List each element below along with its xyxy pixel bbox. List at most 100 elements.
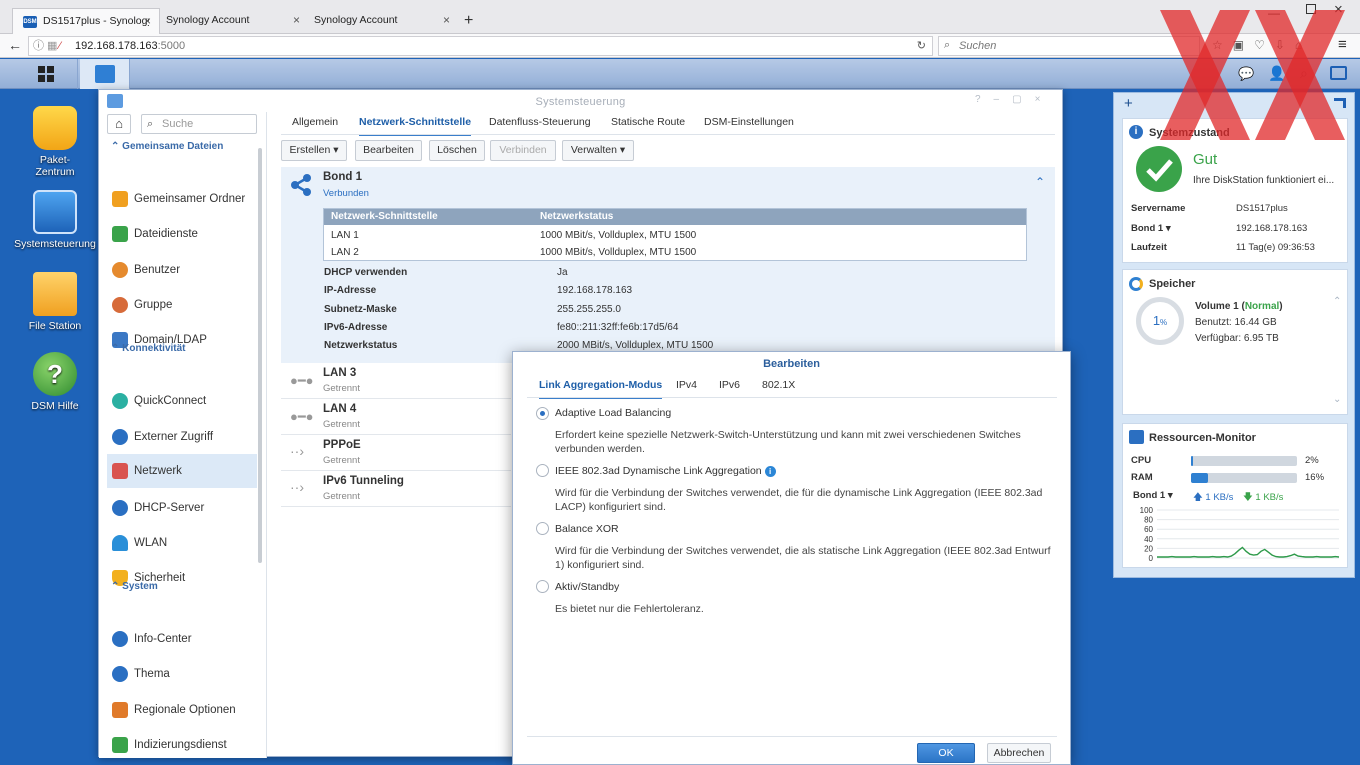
category-connectivity[interactable]: ⌃ Konnektivität xyxy=(111,343,186,354)
sidebar-item-network[interactable]: Netzwerk xyxy=(107,454,257,488)
table-cell: LAN 1 xyxy=(331,230,359,241)
sidebar-item-external-access[interactable]: Externer Zugriff xyxy=(107,420,257,454)
url-input[interactable]: ⓘ ▦ ⁄ 192.168.178.163:5000 ↻ xyxy=(28,36,933,56)
sidebar-item-label: Netzwerk xyxy=(134,465,182,477)
tab-dsm-settings[interactable]: DSM-Einstellungen xyxy=(704,116,794,128)
connect-button[interactable]: Verbinden xyxy=(490,140,556,161)
tab-general[interactable]: Allgemein xyxy=(292,116,338,128)
interface-status: Getrennt xyxy=(323,419,360,430)
create-button[interactable]: Erstellen ▾ xyxy=(281,140,347,161)
monitor-chart-icon xyxy=(1129,430,1144,444)
sidebar-item-shared-folder[interactable]: Gemeinsamer Ordner xyxy=(107,182,257,216)
network-label[interactable]: Bond 1 ▾ xyxy=(1133,490,1173,501)
collapse-chevron-icon[interactable]: ⌃ xyxy=(1035,175,1045,189)
desktop-icon-file-station[interactable]: File Station xyxy=(12,272,98,332)
interface-row-lan3[interactable]: ●━● LAN 3 Getrennt xyxy=(281,363,511,399)
interface-row-pppoe[interactable]: ··› PPPoE Getrennt xyxy=(281,435,511,471)
option-label[interactable]: IEEE 802.3ad Dynamische Link Aggregation… xyxy=(555,465,776,477)
cancel-button[interactable]: Abbrechen xyxy=(987,743,1051,763)
info-label[interactable]: Bond 1 ▾ xyxy=(1131,223,1171,234)
shopping-bag-icon xyxy=(33,106,77,150)
indexing-icon xyxy=(112,737,128,753)
sidebar-item-file-services[interactable]: Dateidienste xyxy=(107,217,257,251)
browser-tab-dsm[interactable]: DSM DS1517plus - Synology Disk × xyxy=(12,8,160,34)
user-icon xyxy=(112,262,128,278)
health-status: Gut xyxy=(1193,151,1218,168)
folder-icon xyxy=(33,272,77,316)
tab-ipv4[interactable]: IPv4 xyxy=(676,379,697,391)
sidebar-item-theme[interactable]: Thema xyxy=(107,657,257,691)
table-row[interactable]: LAN 1 1000 MBit/s, Vollduplex, MTU 1500 xyxy=(324,227,1026,244)
option-label-text: IEEE 802.3ad Dynamische Link Aggregation xyxy=(555,465,762,477)
home-button[interactable]: ⌂ xyxy=(107,114,131,134)
taskbar-control-panel-button[interactable] xyxy=(80,59,130,89)
sidebar-item-user[interactable]: Benutzer xyxy=(107,253,257,287)
sidebar-item-indexing-service[interactable]: Indizierungsdienst xyxy=(107,728,257,762)
desktop-icon-package-center[interactable]: Paket- Zentrum xyxy=(12,106,98,178)
sidebar-item-label: Benutzer xyxy=(134,264,181,276)
control-panel-icon xyxy=(95,65,115,83)
download-rate: 🡇 1 KB/s xyxy=(1243,490,1283,506)
add-widget-icon[interactable]: + xyxy=(1124,95,1133,112)
info-icon[interactable]: ⓘ xyxy=(33,37,44,55)
chevron-up-icon[interactable]: ⌃ xyxy=(1333,296,1341,307)
window-controls[interactable]: ?–▢× xyxy=(975,94,1053,105)
url-port: :5000 xyxy=(157,40,186,52)
reload-icon[interactable]: ↻ xyxy=(917,37,926,55)
sidebar-item-label: DHCP-Server xyxy=(134,502,205,514)
option-label[interactable]: Aktiv/Standby xyxy=(555,581,619,593)
desktop-icon-control-panel[interactable]: Systemsteuerung xyxy=(12,190,98,250)
caret-down-icon: ▾ xyxy=(333,144,339,156)
sidebar-item-dhcp-server[interactable]: DHCP-Server xyxy=(107,491,257,525)
back-arrow-icon[interactable]: ← xyxy=(8,37,22,53)
tab-ipv6[interactable]: IPv6 xyxy=(719,379,740,391)
manage-button[interactable]: Verwalten ▾ xyxy=(562,140,634,161)
sidebar-item-wlan[interactable]: WLAN xyxy=(107,526,257,560)
close-tab-icon[interactable]: × xyxy=(443,13,450,27)
table-row[interactable]: LAN 2 1000 MBit/s, Vollduplex, MTU 1500 xyxy=(324,244,1026,261)
sidebar-item-label: QuickConnect xyxy=(134,395,207,407)
detail-value: 2000 MBit/s, Vollduplex, MTU 1500 xyxy=(557,340,714,351)
desktop-icon-dsm-help[interactable]: ? DSM Hilfe xyxy=(12,352,98,412)
radio-ieee-8023ad[interactable] xyxy=(536,464,549,477)
ok-button[interactable]: OK xyxy=(917,743,975,763)
theme-icon xyxy=(112,666,128,682)
browser-tab-account-2[interactable]: Synology Account × xyxy=(308,8,458,34)
close-tab-icon[interactable]: × xyxy=(144,14,151,28)
sidebar-scrollbar[interactable] xyxy=(258,148,262,563)
new-tab-icon[interactable]: + xyxy=(464,12,473,30)
category-system[interactable]: ⌃ System xyxy=(111,581,158,592)
tab-802-1x[interactable]: 802.1X xyxy=(762,379,795,391)
tab-traffic-control[interactable]: Datenfluss-Steuerung xyxy=(489,116,591,128)
delete-button[interactable]: Löschen xyxy=(429,140,485,161)
storage-usage-percent: 1 xyxy=(1152,313,1161,328)
browser-tab-bar: DSM DS1517plus - Synology Disk × Synolog… xyxy=(0,0,1360,34)
radio-active-standby[interactable] xyxy=(536,580,549,593)
close-tab-icon[interactable]: × xyxy=(293,13,300,27)
site-settings-icon[interactable]: ▦ xyxy=(47,37,57,55)
sidebar-item-regional-options[interactable]: Regionale Optionen xyxy=(107,693,257,727)
interface-row-lan4[interactable]: ●━● LAN 4 Getrennt xyxy=(281,399,511,435)
sidebar-item-group[interactable]: Gruppe xyxy=(107,288,257,322)
browser-tab-account-1[interactable]: Synology Account × xyxy=(160,8,308,34)
sidebar-item-quickconnect[interactable]: QuickConnect xyxy=(107,384,257,418)
info-icon[interactable]: i xyxy=(764,466,776,477)
tab-network-interface[interactable]: Netzwerk-Schnittstelle xyxy=(359,116,472,136)
column-header: Netzwerkstatus xyxy=(540,211,614,222)
tab-static-route[interactable]: Statische Route xyxy=(611,116,685,128)
radio-adaptive-load-balancing[interactable] xyxy=(536,407,549,420)
bond-interface-panel[interactable]: Bond 1 Verbunden ⌃ Netzwerk-Schnittstell… xyxy=(281,167,1055,363)
info-label: Servername xyxy=(1131,203,1186,214)
chevron-down-icon[interactable]: ⌄ xyxy=(1333,394,1341,405)
sidebar-search-input[interactable]: ⌕ Suche xyxy=(141,114,257,134)
widget-title: Ressourcen-Monitor xyxy=(1149,432,1256,444)
option-label[interactable]: Adaptive Load Balancing xyxy=(555,407,671,419)
interface-row-ipv6-tunneling[interactable]: ··› IPv6 Tunneling Getrennt xyxy=(281,471,511,507)
category-shared-files[interactable]: ⌃ Gemeinsame Dateien xyxy=(111,141,223,152)
option-label[interactable]: Balance XOR xyxy=(555,523,619,535)
edit-button[interactable]: Bearbeiten xyxy=(355,140,422,161)
main-menu-button[interactable] xyxy=(16,59,78,89)
tab-link-aggregation-mode[interactable]: Link Aggregation-Modus xyxy=(539,379,663,399)
sidebar-item-info-center[interactable]: Info-Center xyxy=(107,622,257,656)
radio-balance-xor[interactable] xyxy=(536,522,549,535)
